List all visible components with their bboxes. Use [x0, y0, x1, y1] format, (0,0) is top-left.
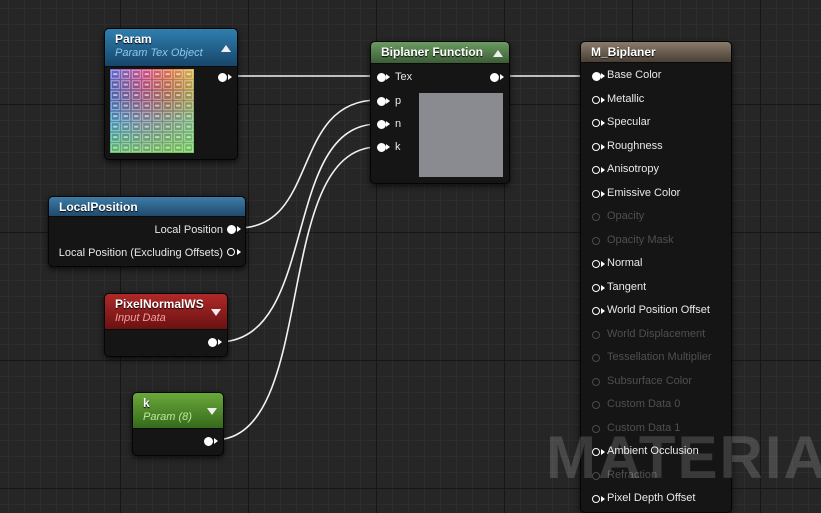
biplaner-output-arrow-icon — [500, 74, 504, 80]
local-position-excl-offsets-pin[interactable] — [227, 248, 235, 256]
material-input-pin[interactable] — [592, 213, 600, 221]
biplaner-input-k-label: k — [395, 141, 401, 153]
material-pin-arrow-icon — [601, 496, 605, 502]
material-input-pin[interactable] — [592, 189, 600, 198]
material-input-label: World Position Offset — [607, 304, 710, 316]
biplaner-function-node-title: Biplaner Function — [381, 45, 483, 59]
param-output-pin[interactable] — [218, 73, 227, 82]
material-input-pin[interactable] — [592, 119, 600, 127]
wire-localposition-to-p — [237, 99, 379, 229]
local-position-excl-arrow-icon — [237, 249, 241, 255]
biplaner-output-pin[interactable] — [490, 73, 499, 82]
biplaner-input-n-pin[interactable] — [377, 120, 386, 129]
material-input-pin[interactable] — [592, 330, 600, 339]
param-node-title: Param — [115, 32, 152, 46]
k-param-node-header[interactable]: k Param (8) — [133, 393, 223, 429]
material-pin-arrow-icon — [601, 308, 605, 314]
biplaner-input-tex-pin[interactable] — [377, 73, 386, 82]
material-input-label: Opacity — [607, 210, 645, 222]
material-result-node-title: M_Biplaner — [591, 45, 656, 59]
material-input-pin[interactable] — [592, 377, 600, 386]
material-pin-arrow-icon — [601, 190, 605, 197]
localposition-node-title: LocalPosition — [59, 200, 138, 214]
k-param-node-title: k — [143, 396, 150, 410]
biplaner-preview-swatch — [419, 93, 503, 177]
material-pin-arrow-icon — [601, 96, 605, 103]
material-input-label: Base Color — [607, 69, 662, 81]
local-position-arrow-icon — [237, 226, 241, 232]
pixelnormalws-node-header[interactable]: PixelNormalWS Input Data — [105, 294, 227, 330]
wire-k-to-k — [213, 146, 379, 441]
material-input-label: Pixel Depth Offset — [607, 492, 696, 504]
local-position-output-pin[interactable] — [227, 225, 236, 234]
pixelnormalws-output-pin[interactable] — [208, 338, 217, 347]
material-input-pin[interactable] — [592, 236, 600, 245]
material-input-pin[interactable] — [592, 260, 600, 268]
biplaner-function-node-header[interactable]: Biplaner Function — [371, 42, 509, 64]
param-output-arrow-icon — [228, 74, 232, 80]
localposition-node-header[interactable]: LocalPosition — [49, 197, 245, 217]
uv-grid-texture-icon — [110, 69, 194, 153]
biplaner-tex-arrow-icon — [386, 74, 390, 80]
biplaner-function-node[interactable]: Biplaner Function Tex p n k — [370, 41, 510, 184]
material-input-label: Normal — [607, 257, 643, 269]
biplaner-input-p-pin[interactable] — [377, 97, 386, 106]
material-input-pin[interactable] — [592, 283, 600, 292]
material-input-label: Roughness — [607, 139, 663, 152]
material-input-pin[interactable] — [592, 354, 600, 362]
material-input-pin[interactable] — [592, 166, 600, 174]
triangle-up-icon[interactable] — [493, 49, 503, 57]
material-pin-arrow-icon — [601, 143, 605, 150]
material-pin-arrow-icon — [601, 284, 605, 291]
param-node-header[interactable]: Param Param Tex Object — [105, 29, 237, 67]
biplaner-input-n-label: n — [395, 118, 402, 130]
material-watermark: MATERIAL — [546, 424, 821, 491]
biplaner-input-tex-label: Tex — [395, 71, 413, 83]
biplaner-k-arrow-icon — [386, 144, 390, 150]
k-param-output-pin[interactable] — [204, 437, 213, 446]
triangle-down-icon[interactable] — [207, 407, 217, 415]
biplaner-n-arrow-icon — [386, 121, 390, 127]
material-input-label: Specular — [607, 116, 651, 128]
material-result-node-header[interactable]: M_Biplaner — [581, 42, 731, 63]
material-pin-arrow-icon — [601, 261, 605, 267]
material-input-pin[interactable] — [592, 142, 600, 151]
material-input-label: Opacity Mask — [607, 233, 674, 246]
material-input-label: Metallic — [607, 92, 645, 105]
k-param-arrow-icon — [214, 438, 218, 444]
pixelnormalws-node-subtitle: Input Data — [115, 312, 166, 324]
localposition-node[interactable]: LocalPosition Local Position Local Posit… — [48, 196, 246, 267]
material-input-label: Anisotropy — [607, 163, 659, 175]
material-input-pin[interactable] — [592, 95, 600, 104]
material-input-label: Tessellation Multiplier — [607, 351, 712, 363]
param-node-subtitle: Param Tex Object — [115, 47, 203, 59]
material-pin-arrow-icon — [601, 73, 605, 79]
k-param-node[interactable]: k Param (8) — [132, 392, 224, 456]
biplaner-input-k-pin[interactable] — [377, 143, 386, 152]
material-input-label: Tangent — [607, 280, 647, 293]
triangle-down-icon[interactable] — [211, 308, 221, 316]
material-input-label: Subsurface Color — [607, 374, 692, 387]
triangle-up-icon[interactable] — [221, 44, 231, 52]
material-input-pin[interactable] — [592, 72, 601, 81]
material-pin-arrow-icon — [601, 120, 605, 126]
material-input-pin[interactable] — [592, 401, 600, 409]
k-param-node-subtitle: Param (8) — [143, 411, 192, 423]
local-position-excl-offsets-label: Local Position (Excluding Offsets) — [58, 247, 223, 259]
local-position-output-label: Local Position — [154, 224, 224, 236]
material-input-label: World Displacement — [607, 327, 706, 340]
material-input-label: Emissive Color — [607, 186, 681, 199]
biplaner-p-arrow-icon — [386, 98, 390, 104]
biplaner-input-p-label: p — [395, 95, 402, 107]
param-node[interactable]: Param Param Tex Object — [104, 28, 238, 160]
pixelnormalws-node[interactable]: PixelNormalWS Input Data — [104, 293, 228, 357]
material-pin-arrow-icon — [601, 167, 605, 173]
material-input-label: Custom Data 0 — [607, 398, 681, 410]
pixelnormalws-node-title: PixelNormalWS — [115, 297, 204, 311]
pixelnormalws-arrow-icon — [218, 339, 222, 345]
material-input-pin[interactable] — [592, 307, 600, 315]
